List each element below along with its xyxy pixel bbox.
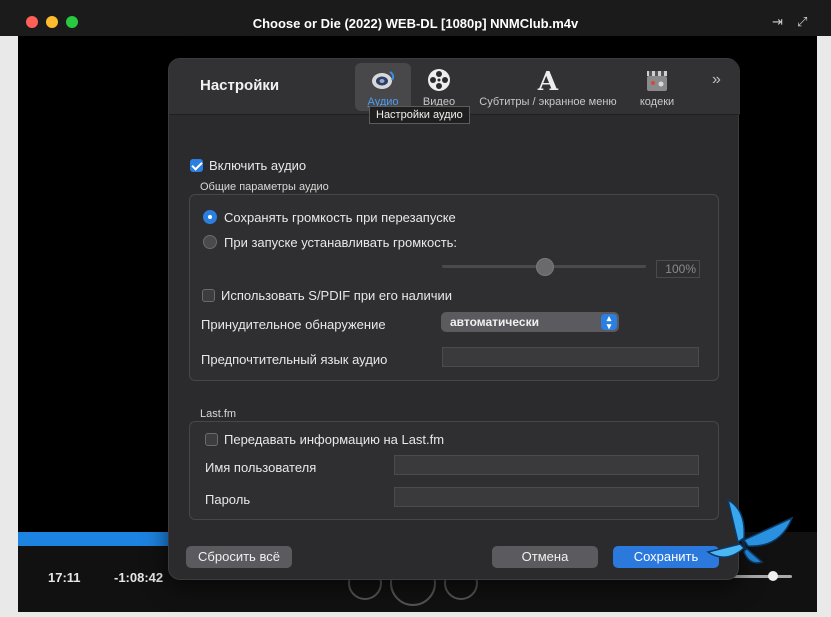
dialog-title: Настройки [200, 77, 280, 94]
radio-keep-volume-icon[interactable] [203, 210, 217, 224]
reset-all-button[interactable]: Сбросить всё [186, 546, 292, 568]
film-reel-icon [428, 69, 450, 91]
username-field[interactable] [394, 455, 699, 475]
startup-volume-knob[interactable] [536, 258, 554, 276]
radio-set-volume-label: При запуске устанавливать громкость: [224, 235, 458, 250]
forced-detection-value: автоматически [450, 315, 539, 329]
lastfm-send-check-icon[interactable] [205, 433, 218, 446]
time-remaining[interactable]: -1:08:42 [114, 570, 163, 585]
enable-audio-checkbox[interactable]: Включить аудио [190, 158, 306, 173]
lastfm-send-checkbox[interactable]: Передавать информацию на Last.fm [205, 432, 444, 447]
tab-subtitles[interactable]: A Субтитры / экранное меню [473, 63, 623, 111]
radio-keep-volume-label: Сохранять громкость при перезапуске [224, 210, 456, 225]
tab-subtitles-label: Субтитры / экранное меню [479, 96, 617, 108]
enable-audio-label: Включить аудио [209, 158, 307, 173]
player-window: Choose or Die (2022) WEB-DL [1080p] NNMC… [0, 0, 831, 617]
password-label: Пароль [205, 492, 251, 507]
preferred-language-label: Предпочтительный язык аудио [201, 352, 388, 367]
general-section-title: Общие параметры аудио [200, 181, 329, 193]
codec-clapper-icon [647, 71, 667, 91]
tab-audio[interactable]: Аудио [355, 63, 411, 111]
forced-detection-select[interactable]: автоматически ▴ ▾ [441, 312, 619, 332]
svg-text:A: A [537, 67, 559, 94]
radio-keep-volume[interactable]: Сохранять громкость при перезапуске [203, 210, 456, 225]
tab-codecs[interactable]: кодеки [633, 63, 681, 111]
preferred-language-field[interactable] [442, 347, 699, 367]
speaker-icon [372, 71, 395, 89]
forced-detection-label: Принудительное обнаружение [201, 317, 386, 332]
seek-progress[interactable] [18, 532, 170, 546]
time-current: 17:11 [48, 570, 81, 585]
volume-slider[interactable] [730, 575, 792, 578]
lastfm-send-label: Передавать информацию на Last.fm [224, 432, 445, 447]
pin-icon[interactable]: ⇥ [772, 14, 783, 30]
title-bar: Choose or Die (2022) WEB-DL [1080p] NNMC… [0, 0, 831, 36]
spdif-label: Использовать S/PDIF при его наличии [221, 288, 453, 303]
cancel-button[interactable]: Отмена [492, 546, 598, 568]
radio-set-volume-icon[interactable] [203, 235, 217, 249]
enable-audio-check-icon[interactable] [190, 159, 203, 172]
radio-set-volume[interactable]: При запуске устанавливать громкость: [203, 235, 457, 250]
lastfm-section-title: Last.fm [200, 408, 237, 420]
tooltip: Настройки аудио [369, 106, 470, 124]
spdif-check-icon[interactable] [202, 289, 215, 302]
tab-codecs-label: кодеки [639, 96, 675, 108]
tab-video[interactable]: Видео [418, 63, 460, 111]
username-label: Имя пользователя [205, 460, 317, 475]
password-field[interactable] [394, 487, 699, 507]
chevron-up-down-icon: ▴ ▾ [601, 314, 617, 331]
preferences-dialog: Настройки Аудио Видео A Субтитры / экран… [168, 58, 740, 580]
fullscreen-icon[interactable]: ⤢ [797, 14, 807, 30]
letter-a-icon: A [537, 67, 559, 94]
volume-knob[interactable] [768, 571, 778, 581]
window-title: Choose or Die (2022) WEB-DL [1080p] NNMC… [252, 16, 579, 31]
butterfly-icon [706, 498, 794, 564]
chevron-double-right-icon[interactable]: » [712, 71, 721, 89]
startup-volume-value: 100% [656, 260, 700, 278]
spdif-checkbox[interactable]: Использовать S/PDIF при его наличии [202, 288, 452, 303]
